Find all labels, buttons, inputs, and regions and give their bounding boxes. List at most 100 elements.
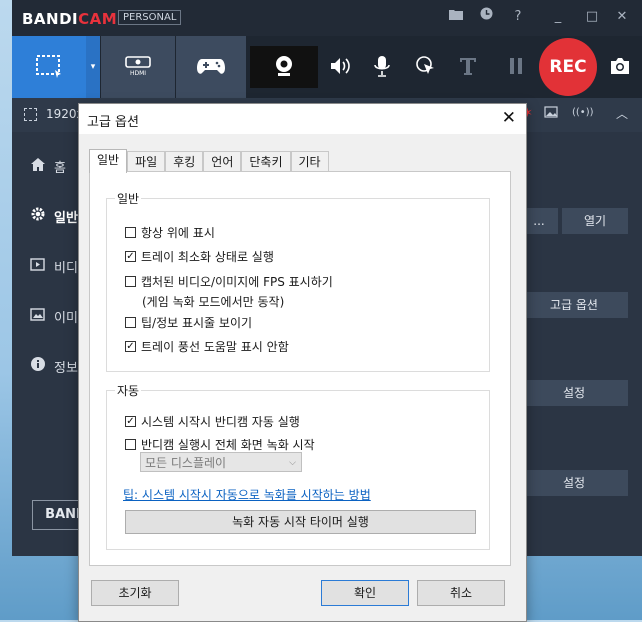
mode-dropdown-button[interactable]: ▾ — [86, 36, 100, 98]
fps-note: (게임 녹화 모드에서만 동작) — [142, 295, 285, 309]
sidebar-item-video[interactable]: 비디 — [30, 254, 78, 278]
option-label: 반디캠 실행시 전체 화면 녹화 시작 — [141, 438, 315, 452]
start-minimized-option[interactable]: ✓ 트레이 최소화 상태로 실행 — [125, 248, 274, 265]
rectangle-area-icon — [24, 108, 37, 121]
tab-hooking[interactable]: 후킹 — [165, 151, 204, 172]
video-icon — [30, 257, 46, 276]
camera-icon — [609, 57, 631, 78]
advanced-options-button[interactable]: 고급 옵션 — [520, 292, 628, 318]
option-label: 시스템 시작시 반디캠 자동 실행 — [141, 415, 300, 429]
speaker-icon — [329, 56, 351, 79]
display-select[interactable]: 모든 디스플레이 ⌵ — [140, 452, 302, 472]
checkbox[interactable]: ✓ — [125, 416, 136, 427]
home-icon — [30, 157, 46, 176]
checkbox[interactable] — [125, 439, 136, 450]
gear-icon — [30, 206, 46, 226]
tab-general[interactable]: 일반 — [89, 149, 128, 173]
checkbox[interactable]: ✓ — [125, 341, 136, 352]
checkbox[interactable]: ✓ — [125, 251, 136, 262]
cursor-effect-button[interactable] — [406, 46, 446, 88]
autostart-tip-link[interactable]: 팁: 시스템 시작시 자동으로 녹화를 시작하는 방법 — [123, 486, 371, 503]
dialog-title: 고급 옵션 — [87, 115, 139, 130]
option-label: 트레이 최소화 상태로 실행 — [141, 250, 274, 264]
dialog-title-bar: 고급 옵션 ✕ — [79, 104, 526, 134]
microphone-button[interactable] — [362, 46, 402, 88]
settings-button-1[interactable]: 설정 — [520, 380, 628, 406]
sidebar-item-label: 정보 — [54, 360, 78, 376]
dialog-close-icon[interactable]: ✕ — [502, 108, 516, 128]
display-select-value: 모든 디스플레이 — [145, 456, 227, 470]
autostart-option[interactable]: ✓ 시스템 시작시 반디캠 자동 실행 — [125, 413, 300, 430]
info-icon — [30, 356, 46, 376]
minimize-icon[interactable]: _ — [546, 6, 570, 28]
hide-balloon-option[interactable]: ✓ 트레이 풍선 도움말 표시 안함 — [125, 338, 289, 355]
cancel-button[interactable]: 취소 — [417, 580, 505, 606]
fullscreen-record-option[interactable]: 반디캠 실행시 전체 화면 녹화 시작 — [125, 436, 315, 453]
broadcast-icon[interactable]: ((•)) — [572, 107, 594, 118]
svg-text:HDMI: HDMI — [130, 70, 146, 77]
general-group-label: 일반 — [115, 190, 142, 207]
microphone-icon — [373, 55, 391, 80]
help-icon[interactable]: ? — [506, 6, 530, 28]
folder-icon[interactable] — [444, 6, 468, 28]
close-icon[interactable]: ✕ — [610, 6, 634, 28]
edition-badge: PERSONAL — [118, 10, 182, 25]
always-on-top-option[interactable]: 항상 위에 표시 — [125, 224, 215, 241]
sidebar-item-label: 비디 — [54, 260, 78, 276]
rectangle-mode-button[interactable] — [12, 36, 86, 98]
image-icon[interactable] — [544, 106, 558, 121]
sidebar-item-general[interactable]: 일반 — [30, 204, 78, 228]
text-icon — [458, 56, 478, 79]
hdmi-icon: HDMI — [123, 55, 153, 80]
pause-button[interactable] — [496, 46, 536, 88]
maximize-icon[interactable]: □ — [580, 6, 604, 28]
dialog-tabs: 일반 파일 후킹 언어 단축키 기타 — [89, 149, 329, 173]
cursor-click-icon — [415, 55, 437, 80]
sidebar-item-label: 홈 — [54, 160, 66, 176]
tab-file[interactable]: 파일 — [127, 151, 166, 172]
webcam-icon — [273, 54, 295, 81]
sidebar-item-image[interactable]: 이미 — [30, 304, 78, 328]
option-label: 팁/정보 표시줄 보이기 — [141, 316, 253, 330]
chevron-down-icon: ▾ — [90, 62, 96, 72]
webcam-button[interactable] — [250, 46, 318, 88]
auto-start-timer-button[interactable]: 녹화 자동 시작 타이머 실행 — [125, 510, 476, 534]
clock-icon[interactable] — [474, 6, 498, 28]
auto-group-label: 자동 — [115, 382, 142, 399]
show-fps-option[interactable]: 캡처된 비디오/이미지에 FPS 표시하기 — [125, 273, 333, 290]
tab-other[interactable]: 기타 — [290, 151, 329, 172]
sidebar-item-label: 이미 — [54, 310, 78, 326]
pause-icon — [508, 57, 524, 78]
bandicam-logo: BANDICAM — [22, 10, 118, 28]
sidebar-item-info[interactable]: 정보 — [30, 354, 78, 378]
device-mode-button[interactable]: HDMI — [101, 36, 175, 98]
settings-button-2[interactable]: 설정 — [520, 470, 628, 496]
checkbox[interactable] — [125, 227, 136, 238]
open-folder-button[interactable]: 열기 — [562, 208, 628, 234]
game-mode-button[interactable] — [176, 36, 246, 98]
advanced-options-dialog: 고급 옵션 ✕ 일반 파일 후킹 언어 단축키 기타 일반 항상 위에 표시 ✓… — [78, 103, 527, 622]
checkbox[interactable] — [125, 276, 136, 287]
reset-button[interactable]: 초기화 — [91, 580, 179, 606]
ok-button[interactable]: 확인 — [321, 580, 409, 606]
title-bar: BANDICAM PERSONAL ? _ □ ✕ — [12, 0, 642, 36]
show-tips-option[interactable]: 팁/정보 표시줄 보이기 — [125, 314, 252, 331]
record-button[interactable]: REC — [539, 38, 597, 96]
chevron-down-icon: ⌵ — [289, 458, 296, 468]
image-icon — [30, 307, 46, 326]
text-overlay-button[interactable] — [448, 46, 488, 88]
option-label: 항상 위에 표시 — [141, 226, 215, 240]
option-label: 트레이 풍선 도움말 표시 안함 — [141, 340, 289, 354]
gamepad-icon — [196, 56, 226, 79]
checkbox[interactable] — [125, 317, 136, 328]
tab-language[interactable]: 언어 — [203, 151, 242, 172]
speaker-button[interactable] — [320, 46, 360, 88]
collapse-icon[interactable]: ︿ — [616, 105, 628, 122]
sidebar-item-home[interactable]: 홈 — [30, 154, 66, 178]
tab-hotkeys[interactable]: 단축키 — [241, 151, 291, 172]
screenshot-button[interactable] — [600, 46, 640, 88]
rectangle-select-icon — [35, 54, 63, 81]
general-tab-panel: 일반 항상 위에 표시 ✓ 트레이 최소화 상태로 실행 캡처된 비디오/이미지… — [89, 171, 511, 566]
sidebar-item-label: 일반 — [54, 210, 78, 226]
option-label: 캡처된 비디오/이미지에 FPS 표시하기 — [141, 275, 333, 289]
